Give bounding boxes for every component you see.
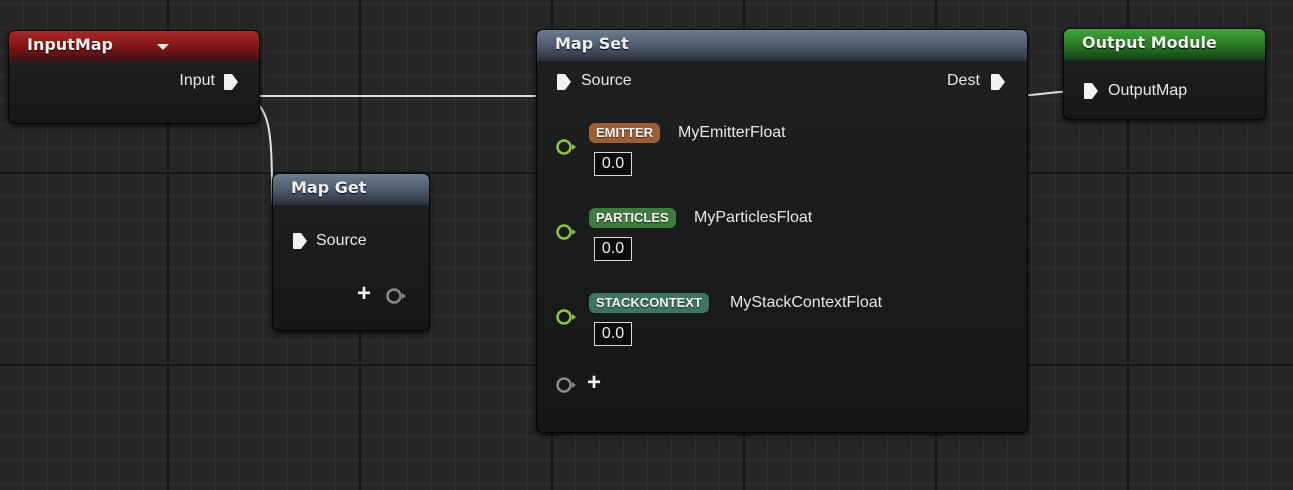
output-map-pin-icon[interactable] bbox=[1083, 82, 1099, 100]
output-module-header[interactable]: Output Module bbox=[1064, 29, 1265, 60]
map-get-node[interactable]: Map Get Source + bbox=[272, 173, 430, 331]
input-map-node[interactable]: InputMap Input bbox=[8, 30, 260, 124]
stackcontext-value-field[interactable]: 0.0 bbox=[594, 322, 632, 346]
plus-icon[interactable]: + bbox=[587, 371, 601, 395]
input-map-body: Input bbox=[9, 62, 259, 123]
map-set-title: Map Set bbox=[555, 34, 629, 53]
input-map-header[interactable]: InputMap bbox=[9, 31, 259, 62]
emitter-float-pin-icon[interactable] bbox=[555, 138, 577, 156]
gray-ring-pin-icon[interactable] bbox=[385, 287, 407, 305]
chevron-down-icon[interactable] bbox=[157, 44, 169, 50]
map-set-dest-label: Dest bbox=[947, 72, 980, 89]
map-get-source-label: Source bbox=[316, 232, 367, 249]
map-set-header[interactable]: Map Set bbox=[537, 30, 1027, 61]
particles-value-field[interactable]: 0.0 bbox=[594, 237, 632, 261]
output-map-label: OutputMap bbox=[1108, 82, 1188, 99]
stackcontext-namespace-badge: STACKCONTEXT bbox=[589, 293, 709, 313]
map-set-dest-pin-icon[interactable] bbox=[990, 73, 1006, 91]
output-module-title: Output Module bbox=[1082, 33, 1217, 52]
map-get-source-pin-icon[interactable] bbox=[292, 232, 308, 250]
map-set-body: Source Dest EMITTER MyEmitterFloat 0.0 P… bbox=[537, 61, 1027, 432]
output-module-body: OutputMap bbox=[1064, 60, 1265, 119]
plus-icon[interactable]: + bbox=[357, 282, 371, 306]
map-set-source-label: Source bbox=[581, 72, 632, 89]
input-exec-pin-icon[interactable] bbox=[223, 73, 239, 91]
input-pin-label: Input bbox=[179, 72, 215, 89]
stackcontext-float-pin-icon[interactable] bbox=[555, 308, 577, 326]
particles-param-name: MyParticlesFloat bbox=[694, 209, 813, 226]
map-set-node[interactable]: Map Set Source Dest EMITTER MyEmitterFlo… bbox=[536, 29, 1028, 433]
map-get-title: Map Get bbox=[291, 178, 367, 197]
stackcontext-param-name: MyStackContextFloat bbox=[730, 294, 883, 311]
map-get-header[interactable]: Map Get bbox=[273, 174, 429, 205]
input-map-title: InputMap bbox=[27, 35, 114, 54]
map-set-source-pin-icon[interactable] bbox=[556, 73, 572, 91]
gray-ring-pin-icon[interactable] bbox=[555, 376, 577, 394]
emitter-namespace-badge: EMITTER bbox=[589, 123, 661, 143]
map-get-body: Source + bbox=[273, 205, 429, 330]
particles-float-pin-icon[interactable] bbox=[555, 223, 577, 241]
emitter-value-field[interactable]: 0.0 bbox=[594, 152, 632, 176]
particles-namespace-badge: PARTICLES bbox=[589, 208, 676, 228]
emitter-param-name: MyEmitterFloat bbox=[678, 124, 786, 141]
output-module-node[interactable]: Output Module OutputMap bbox=[1063, 28, 1266, 120]
